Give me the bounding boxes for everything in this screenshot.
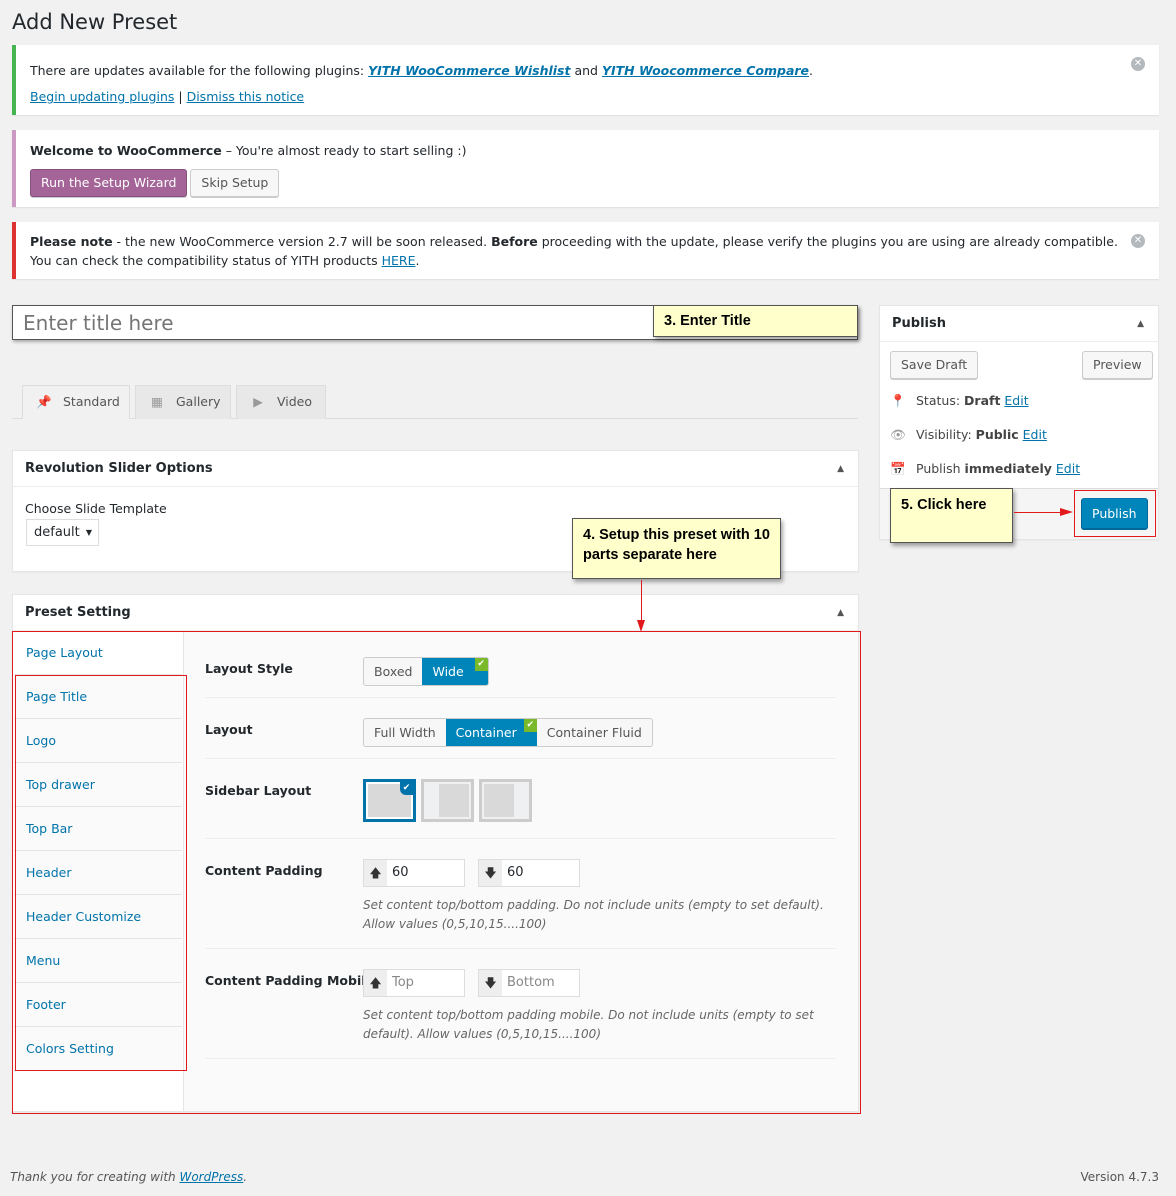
video-icon: ▶ [253, 394, 263, 409]
notice-text: - the new WooCommerce version 2.7 will b… [112, 234, 492, 249]
schedule-row: 📅 Publish immediately Edit [890, 461, 1080, 477]
dismiss-icon[interactable]: ✕ [1131, 234, 1145, 248]
footer-thanks: Thank you for creating with WordPress. [10, 1170, 247, 1184]
woocommerce-update-note: Please note - the new WooCommerce versio… [12, 222, 1159, 279]
notice-text: – You're almost ready to start selling :… [221, 143, 467, 158]
status-label: Status: [916, 393, 965, 408]
tab-gallery[interactable]: ▦ Gallery [135, 385, 231, 419]
collapse-icon[interactable]: ▲ [837, 451, 844, 487]
gallery-icon: ▦ [151, 394, 163, 409]
collapse-icon[interactable]: ▲ [1137, 306, 1144, 342]
version-text: Version 4.7.3 [1080, 1170, 1159, 1184]
arrow-head [637, 620, 645, 632]
arrow-head [1060, 508, 1073, 516]
skip-setup-button[interactable]: Skip Setup [190, 169, 280, 197]
callout-arrow [1014, 512, 1064, 513]
notice-title: Welcome to WooCommerce [30, 143, 222, 158]
dropdown-arrow-icon: ▼ [85, 528, 92, 537]
box-header[interactable]: Revolution Slider Options ▲ [13, 451, 858, 487]
begin-updating-link[interactable]: Begin updating plugins [30, 89, 174, 104]
preview-button[interactable]: Preview [1082, 351, 1153, 379]
highlight-publish-button [1074, 490, 1156, 537]
schedule-value: immediately [964, 461, 1052, 476]
plugin-link-compare[interactable]: YITH Woocommerce Compare [602, 63, 809, 78]
separator: | [174, 89, 187, 104]
wordpress-link[interactable]: WordPress [179, 1170, 243, 1184]
box-header[interactable]: Publish ▲ [880, 306, 1158, 342]
save-draft-button[interactable]: Save Draft [890, 351, 979, 379]
calendar-icon: 📅 [890, 461, 906, 476]
slide-template-select[interactable]: default ▼ [26, 519, 99, 546]
visibility-value: Public [975, 427, 1019, 442]
pin-icon: 📍 [890, 393, 906, 408]
tab-label: Video [277, 394, 313, 409]
footer-text: Thank you for creating with [10, 1170, 180, 1184]
box-title: Revolution Slider Options [25, 461, 213, 476]
tab-video[interactable]: ▶ Video [236, 385, 326, 419]
notice-text: There are updates available for the foll… [30, 63, 369, 78]
dismiss-icon[interactable]: ✕ [1131, 57, 1145, 71]
note-label: Please note [30, 234, 113, 249]
edit-schedule-link[interactable]: Edit [1056, 461, 1080, 476]
box-title: Publish [892, 316, 946, 331]
visibility-row: 👁 Visibility: Public Edit [890, 427, 1047, 443]
tab-label: Gallery [176, 394, 221, 409]
notice-text: and [570, 63, 602, 78]
tab-standard[interactable]: 📌 Standard [22, 385, 130, 419]
status-value: Draft [964, 393, 1001, 408]
slide-template-label: Choose Slide Template [25, 501, 167, 516]
collapse-icon[interactable]: ▲ [837, 595, 844, 631]
woocommerce-notice: Welcome to WooCommerce – You're almost r… [12, 130, 1159, 207]
edit-status-link[interactable]: Edit [1004, 393, 1028, 408]
footer-text: . [243, 1170, 248, 1184]
edit-visibility-link[interactable]: Edit [1023, 427, 1047, 442]
highlight-preset-nav [15, 675, 187, 1071]
plugin-updates-notice: There are updates available for the foll… [12, 45, 1159, 115]
notice-text: Before [491, 234, 538, 249]
status-row: 📍 Status: Draft Edit [890, 393, 1029, 409]
notice-text: . [415, 253, 420, 268]
callout-click-here: 5. Click here [890, 488, 1013, 543]
visibility-label: Visibility: [916, 427, 976, 442]
run-setup-wizard-button[interactable]: Run the Setup Wizard [30, 169, 188, 197]
callout-setup-preset: 4. Setup this preset with 10 parts separ… [572, 518, 781, 579]
box-header[interactable]: Preset Setting ▲ [13, 595, 858, 631]
pin-icon: 📌 [36, 394, 52, 409]
dismiss-notice-link[interactable]: Dismiss this notice [187, 89, 305, 104]
page-title: Add New Preset [12, 10, 178, 34]
select-value: default [34, 525, 80, 540]
box-title: Preset Setting [25, 605, 131, 620]
eye-icon: 👁 [890, 427, 906, 442]
plugin-link-wishlist[interactable]: YITH WooCommerce Wishlist [368, 63, 570, 78]
tab-label: Standard [63, 394, 120, 409]
notice-text: . [809, 63, 813, 78]
schedule-label: Publish [916, 461, 965, 476]
here-link[interactable]: HERE [382, 253, 416, 268]
callout-enter-title: 3. Enter Title [653, 305, 858, 337]
